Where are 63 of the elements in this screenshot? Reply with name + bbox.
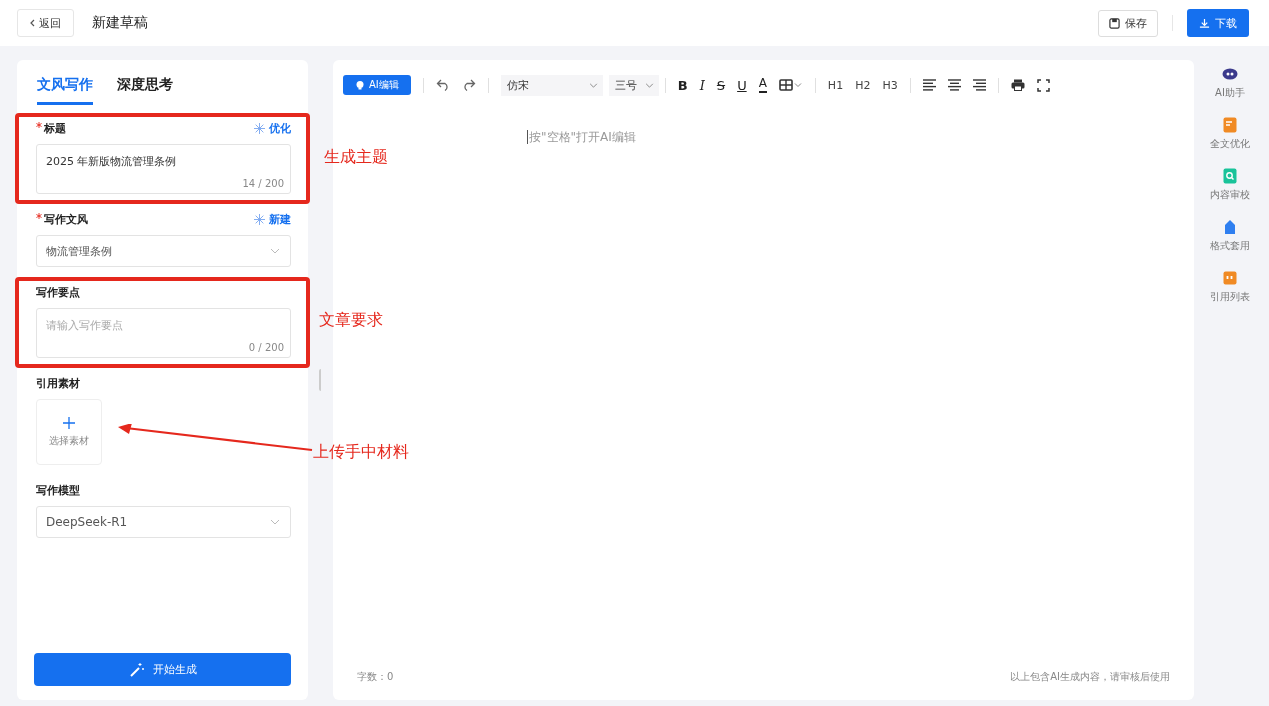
sidebar-item[interactable]: 内容审校 — [1210, 168, 1250, 202]
page-title: 新建草稿 — [92, 14, 148, 32]
heading-button[interactable]: H3 — [882, 78, 898, 92]
font-select[interactable]: 仿宋 — [500, 74, 603, 96]
field-label: 写作要点 — [36, 285, 80, 300]
required-asterisk-icon — [36, 213, 42, 219]
chevron-down-icon — [644, 82, 654, 88]
field-label: 标题 — [44, 121, 66, 136]
save-button[interactable]: 保存 — [1098, 9, 1158, 37]
underline-button[interactable]: U — [737, 77, 747, 93]
fullscreen-icon[interactable] — [1036, 78, 1050, 92]
required-asterisk-icon — [36, 122, 42, 128]
upload-button[interactable]: 选择素材 — [36, 399, 102, 465]
download-icon — [1199, 17, 1210, 29]
magic-wand-icon — [128, 661, 145, 678]
title-field[interactable]: 2025 年新版物流管理条例 14 / 200 — [36, 144, 291, 194]
chevron-down-icon — [270, 248, 280, 254]
back-button[interactable]: 返回 — [17, 9, 74, 37]
chevron-left-icon — [30, 19, 35, 27]
annotation-label: 生成主题 — [324, 147, 388, 168]
save-icon — [1109, 17, 1120, 29]
annotation-label: 文章要求 — [319, 310, 383, 331]
ai-disclaimer: 以上包含AI生成内容，请审核后使用 — [1010, 670, 1170, 684]
new-link[interactable]: 新建 — [254, 212, 291, 227]
style-select[interactable]: 物流管理条例 — [36, 235, 291, 267]
bold-button[interactable]: B — [677, 77, 688, 93]
heading-button[interactable]: H1 — [827, 78, 844, 92]
tab[interactable]: 深度思考 — [117, 74, 173, 105]
chevron-down-icon — [270, 519, 280, 525]
sparkle-icon — [254, 214, 265, 225]
bulb-icon — [355, 80, 365, 90]
download-button[interactable]: 下载 — [1187, 9, 1249, 37]
table-icon[interactable] — [778, 79, 803, 91]
annotation-label: 上传手中材料 — [313, 442, 409, 463]
redo-icon[interactable] — [461, 79, 476, 91]
sidebar-item[interactable]: 格式套用 — [1210, 219, 1250, 253]
optimize-link[interactable]: 优化 — [254, 121, 291, 136]
model-select[interactable]: DeepSeek-R1 — [36, 506, 291, 538]
sidebar-item[interactable]: 全文优化 — [1210, 117, 1250, 151]
chevron-down-icon — [588, 82, 598, 88]
sidebar-item[interactable]: AI助手 — [1215, 66, 1245, 100]
size-select[interactable]: 三号 — [608, 74, 659, 96]
align-icon[interactable] — [922, 79, 936, 91]
points-field[interactable]: 请输入写作要点 0 / 200 — [36, 308, 291, 358]
sidebar-item[interactable]: 引用列表 — [1210, 270, 1250, 304]
align-icon[interactable] — [972, 79, 986, 91]
collapse-handle[interactable] — [319, 369, 323, 391]
ai-edit-button[interactable]: AI编辑 — [343, 75, 411, 95]
field-label: 写作文风 — [44, 212, 88, 227]
print-icon[interactable] — [1010, 79, 1025, 91]
heading-button[interactable]: H2 — [855, 78, 871, 92]
tab[interactable]: 文风写作 — [37, 74, 93, 105]
italic-button[interactable]: I — [699, 77, 705, 93]
align-icon[interactable] — [947, 79, 961, 91]
strikethrough-button[interactable]: S — [716, 77, 726, 93]
undo-icon[interactable] — [435, 79, 450, 91]
generate-button[interactable]: 开始生成 — [34, 653, 291, 686]
sparkle-icon — [254, 123, 265, 134]
field-label: 写作模型 — [36, 483, 81, 498]
word-count: 字数：0 — [357, 670, 394, 684]
field-label: 引用素材 — [36, 376, 81, 391]
plus-icon — [63, 416, 75, 429]
text-color-button[interactable]: A — [758, 77, 767, 93]
